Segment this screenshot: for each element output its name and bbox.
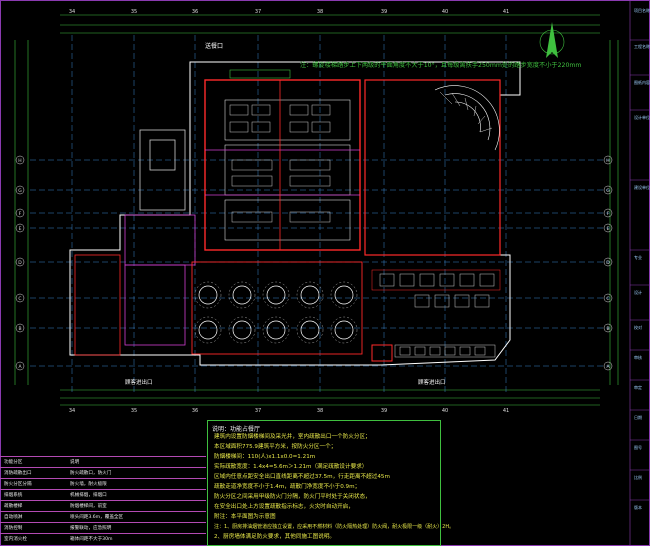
legend-key: 自动喷淋	[4, 515, 23, 520]
dining-hall-wall	[191, 261, 363, 355]
north-arrow-icon	[539, 22, 565, 58]
column-label: 39	[381, 408, 387, 414]
bottom-left-entrance-label: 顾客进出口	[125, 378, 153, 386]
title-block-label: 设计	[634, 290, 642, 295]
legend-value: 防火疏散口，防火门	[70, 471, 112, 476]
legend-key: 防火分区分隔	[4, 482, 32, 487]
title-block-label: 版本	[634, 505, 642, 510]
note-line: 在安全出口处上方设置疏散指示标志，火灾时自动开启，	[214, 504, 354, 510]
column-label: 34	[69, 408, 75, 414]
service-zone	[229, 69, 291, 79]
title-block-label: 图号	[634, 445, 642, 450]
row-label: B	[18, 326, 21, 332]
row-label: B	[606, 326, 609, 332]
column-label: 40	[442, 408, 448, 414]
kitchen-area	[204, 79, 361, 251]
note-line: 2、厨房墙体满足防火要求，其他同施工图说明。	[214, 534, 336, 540]
column-label: 36	[192, 9, 198, 15]
legend-value: 防火墙，耐火极限	[70, 482, 107, 487]
stair-note: 注：螺旋楼梯踏步上下两级的平面角度不大于10°，且每级离扶手250mm处的踏步宽…	[300, 61, 581, 69]
row-label: E	[19, 226, 22, 232]
column-label: 37	[255, 9, 261, 15]
row-label: G	[18, 188, 22, 194]
column-labels-top: 34 35 36 37 38 39 40 41	[69, 9, 509, 15]
row-label: C	[18, 296, 21, 302]
title-block-label: 建设单位	[634, 185, 650, 190]
column-label: 37	[255, 408, 261, 414]
row-label: C	[606, 296, 609, 302]
title-block-label: 工程名称	[634, 44, 650, 49]
column-label: 36	[192, 408, 198, 414]
legend-key: 疏散楼梯	[4, 504, 23, 509]
note-line: 防火分区之间采用甲级防火门分隔，防火门平时处于关闭状态，	[214, 494, 371, 500]
top-entrance-label: 送餐口	[205, 42, 223, 50]
column-label: 40	[442, 9, 448, 15]
title-block-label: 日期	[634, 415, 642, 420]
legend-value: 报警联动，应急照明	[70, 526, 112, 531]
note-line: 本区域面积775.9建筑平方米，按防火分区一个；	[214, 444, 337, 450]
row-label: G	[606, 188, 610, 194]
row-label: E	[607, 226, 610, 232]
notes-title: 说明：功能占餐厅	[212, 426, 261, 433]
row-label: A	[18, 364, 22, 370]
spiral-stair	[439, 91, 493, 133]
column-label: 35	[131, 9, 137, 15]
legend-value: 箱体间距不大于30m	[70, 537, 113, 542]
title-block-label: 设计单位	[634, 115, 650, 120]
title-block-label: 校对	[634, 325, 642, 330]
legend-key: 消防疏散出口	[4, 471, 32, 476]
note-line: 附注：本平面图为示意图	[214, 514, 276, 520]
legend-value: 机械排烟，排烟口	[70, 493, 107, 498]
column-label: 35	[131, 408, 137, 414]
column-grid-lines	[71, 35, 507, 392]
legend-key: 功能分区	[4, 460, 23, 465]
row-label-text-left: H G F E D C B A	[18, 158, 22, 370]
column-label: 38	[317, 408, 323, 414]
booth-seating	[371, 269, 501, 358]
note-line: 防烟楼梯间：110(人)x1.1x0.0=1.21m	[214, 454, 316, 460]
side-dimension-lines	[14, 40, 619, 385]
column-label: 41	[503, 9, 509, 15]
bottom-right-entrance-label: 顾客进出口	[418, 378, 446, 386]
legend-key: 室内消火栓	[4, 537, 27, 542]
fire-safety-notes: 说明：功能占餐厅 建筑内设置防烟楼梯间及采光井，室内疏散出口一个防火分区； 本区…	[207, 420, 454, 546]
title-block-label: 专业	[634, 255, 642, 260]
row-label: H	[606, 158, 609, 164]
row-label: D	[606, 260, 610, 266]
legend-row: 室内消火栓 箱体间距不大于30m	[0, 533, 206, 545]
legend-value: 防烟楼梯间，前室	[70, 504, 107, 509]
column-label: 41	[503, 408, 509, 414]
legend-key: 消防控制	[4, 526, 23, 531]
title-block-label: 项目名称	[634, 8, 650, 13]
column-labels-bottom: 34 35 36 37 38 39 40 41	[69, 408, 509, 414]
column-label: 38	[317, 9, 323, 15]
row-label: F	[19, 211, 22, 217]
title-block-label: 图纸内容	[634, 80, 650, 85]
dining-tables	[198, 285, 354, 340]
row-label: H	[18, 158, 21, 164]
column-label: 39	[381, 9, 387, 15]
legend-key: 排烟系统	[4, 493, 23, 498]
title-block-label: 比例	[634, 475, 642, 480]
left-rooms	[74, 129, 196, 356]
note-line: 注：1、厨房排油烟管道应独立设置，应采用不燃材料（防火隔热处理）防火阀，耐火极限…	[214, 524, 455, 530]
top-dimension-lines	[60, 14, 600, 34]
legend-value: 喷头间距3.6m，覆盖全区	[70, 515, 124, 520]
note-line: 疏散走道净宽度不小于1.4m，疏散门净宽度不小于0.9m；	[214, 484, 361, 490]
cashier-counter	[371, 344, 393, 362]
building-outline	[69, 61, 521, 366]
bottom-dimension-lines	[60, 389, 600, 406]
title-block-label: 审核	[634, 355, 642, 360]
dining-chairs	[194, 281, 358, 344]
row-label: D	[18, 260, 22, 266]
legend-table: 功能分区 说明 消防疏散出口 防火疏散口，防火门 防火分区分隔 防火墙，耐火极限…	[0, 456, 206, 546]
legend-value: 说明	[70, 460, 80, 465]
title-block-label: 审定	[634, 385, 642, 390]
right-hall	[364, 79, 501, 256]
column-label: 34	[69, 9, 75, 15]
note-line: 实际疏散宽度：1.4x4=5.6m＞1.21m（满足疏散设计要求）	[214, 464, 368, 470]
note-line: 区域内任意点距安全出口直线距离不超过37.5m，行走距离不超过45m	[214, 474, 390, 480]
note-line: 建筑内设置防烟楼梯间及采光井，室内疏散出口一个防火分区；	[214, 434, 371, 440]
row-label: F	[607, 211, 610, 217]
